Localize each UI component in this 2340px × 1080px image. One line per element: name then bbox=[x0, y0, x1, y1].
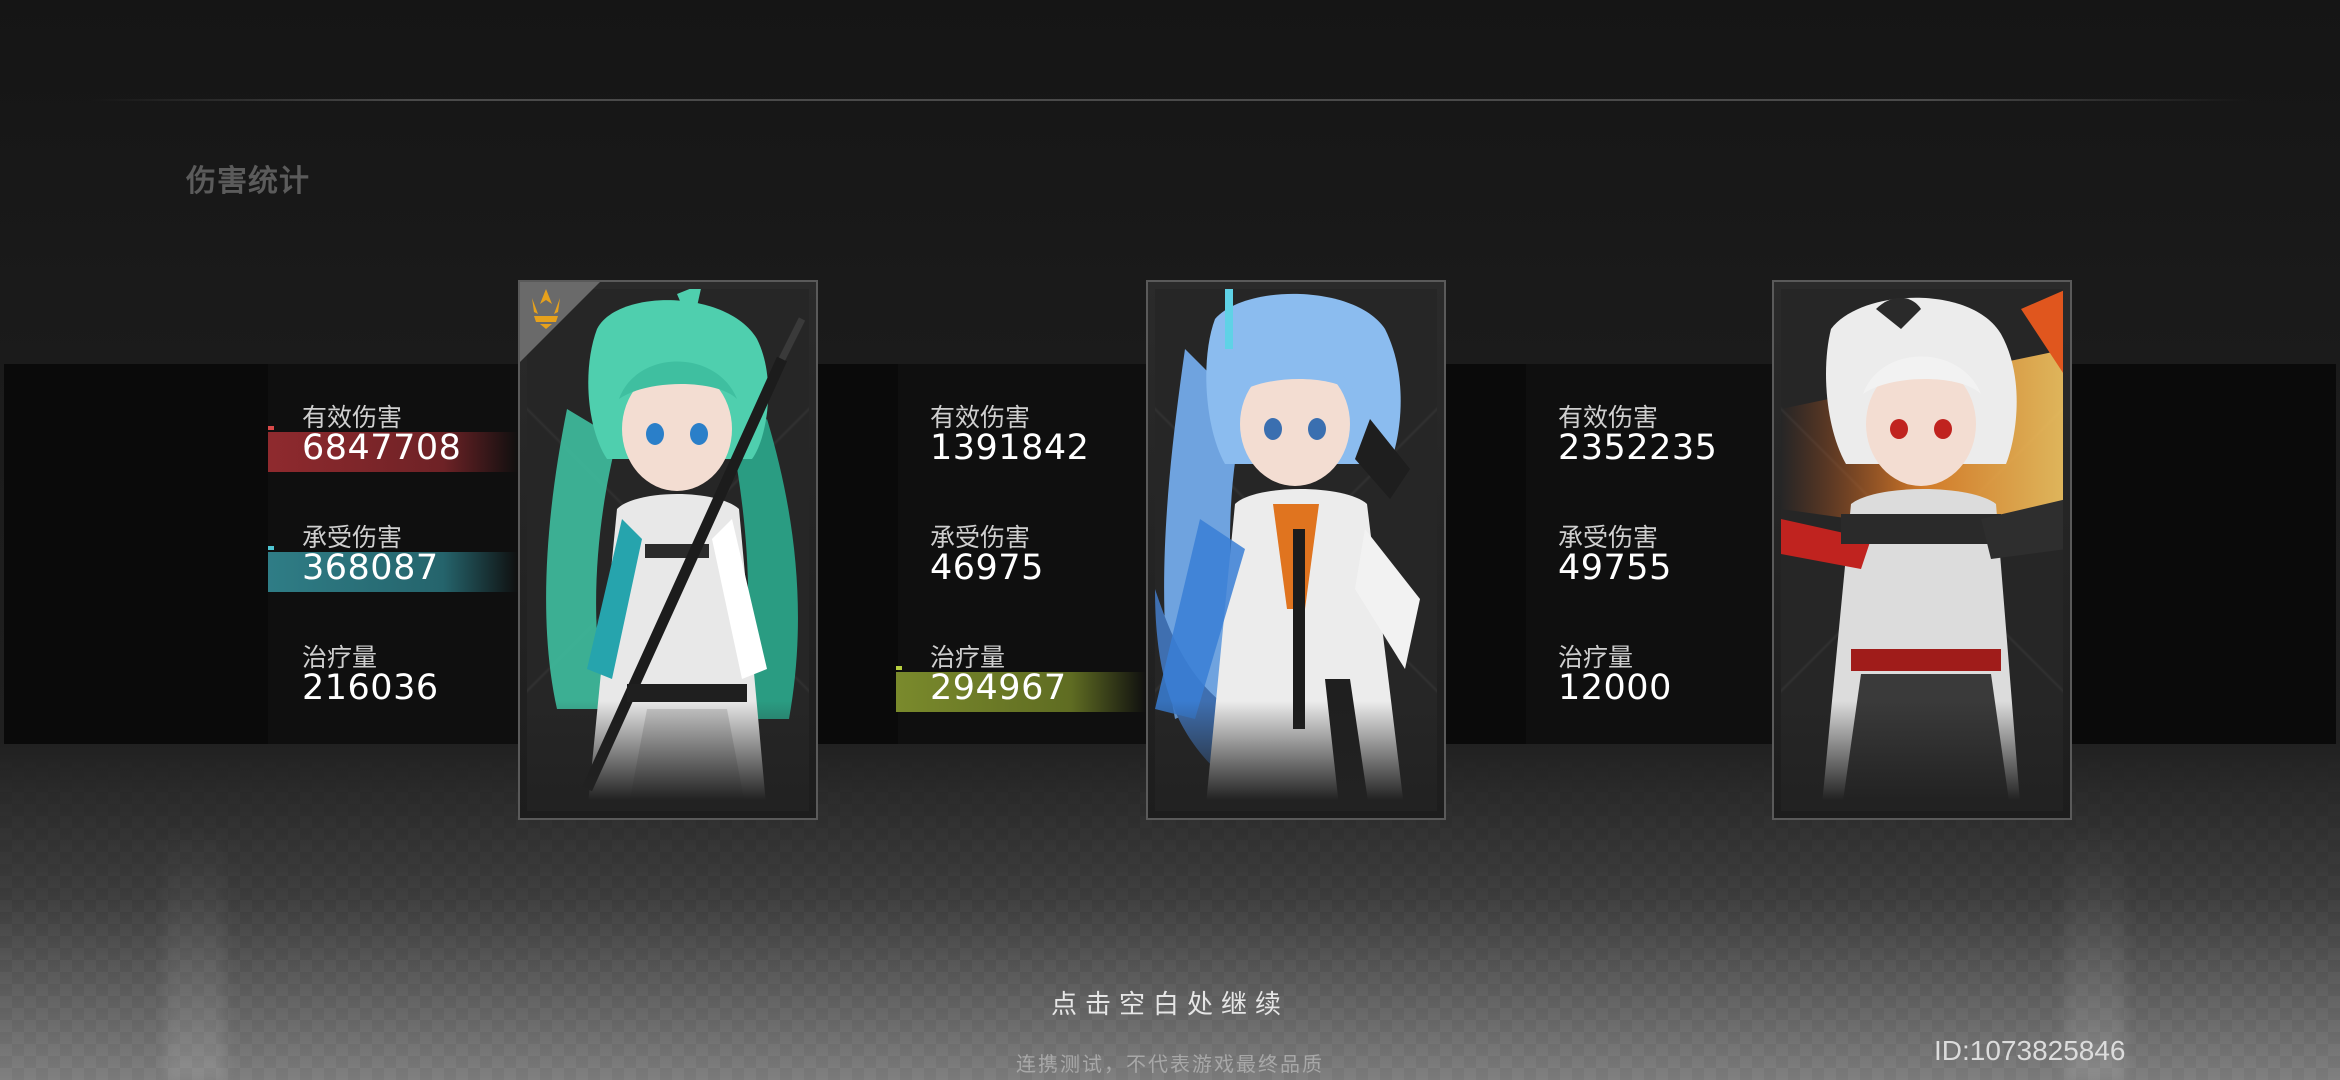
stat-effective-damage: 有效伤害 6847708 bbox=[268, 398, 528, 518]
stat-value: 216036 bbox=[302, 668, 439, 708]
header-divider bbox=[90, 99, 2250, 101]
bar-tag bbox=[268, 546, 274, 550]
card-frame bbox=[527, 289, 809, 811]
battle-stats-screen[interactable]: 伤害统计 有效伤害 6847708 承受伤害 368087 治疗量 216036 bbox=[0, 0, 2340, 1080]
card-fade bbox=[1155, 701, 1437, 811]
band-shade bbox=[1446, 364, 1526, 744]
mvp-crown-icon bbox=[532, 289, 560, 329]
stat-damage-taken: 承受伤害 368087 bbox=[268, 518, 528, 638]
character-card[interactable] bbox=[1146, 280, 1446, 820]
stat-value: 12000 bbox=[1558, 668, 1672, 708]
band-shade bbox=[2070, 364, 2336, 744]
stat-effective-damage: 有效伤害 2352235 bbox=[1524, 398, 1784, 518]
stat-value: 368087 bbox=[302, 548, 439, 588]
stat-value: 49755 bbox=[1558, 548, 1672, 588]
stat-healing: 治疗量 216036 bbox=[268, 638, 528, 758]
stat-healing: 治疗量 294967 bbox=[896, 638, 1156, 758]
stat-damage-taken: 承受伤害 49755 bbox=[1524, 518, 1784, 638]
character-stats: 有效伤害 2352235 承受伤害 49755 治疗量 12000 bbox=[1524, 398, 1784, 758]
player-id: ID:1073825846 bbox=[1934, 1035, 2126, 1066]
stat-effective-damage: 有效伤害 1391842 bbox=[896, 398, 1156, 518]
card-frame bbox=[1781, 289, 2063, 811]
band-shade bbox=[4, 364, 268, 744]
character-card[interactable] bbox=[1772, 280, 2072, 820]
character-stats: 有效伤害 1391842 承受伤害 46975 治疗量 294967 bbox=[896, 398, 1156, 758]
character-stats: 有效伤害 6847708 承受伤害 368087 治疗量 216036 bbox=[268, 398, 528, 758]
stat-value: 6847708 bbox=[302, 428, 462, 468]
stat-damage-taken: 承受伤害 46975 bbox=[896, 518, 1156, 638]
card-fade bbox=[527, 701, 809, 811]
character-card[interactable] bbox=[518, 280, 818, 820]
stat-value: 294967 bbox=[930, 668, 1067, 708]
stat-healing: 治疗量 12000 bbox=[1524, 638, 1784, 758]
bar-tag bbox=[268, 426, 274, 430]
stat-value: 46975 bbox=[930, 548, 1044, 588]
bar-tag bbox=[896, 666, 902, 670]
stat-value: 1391842 bbox=[930, 428, 1090, 468]
tap-to-continue-text[interactable]: 点击空白处继续 bbox=[0, 984, 2340, 1021]
light-beam bbox=[165, 820, 225, 1080]
card-frame bbox=[1155, 289, 1437, 811]
band-shade bbox=[818, 364, 898, 744]
stat-value: 2352235 bbox=[1558, 428, 1718, 468]
page-title: 伤害统计 bbox=[186, 164, 310, 199]
card-fade bbox=[1781, 701, 2063, 811]
